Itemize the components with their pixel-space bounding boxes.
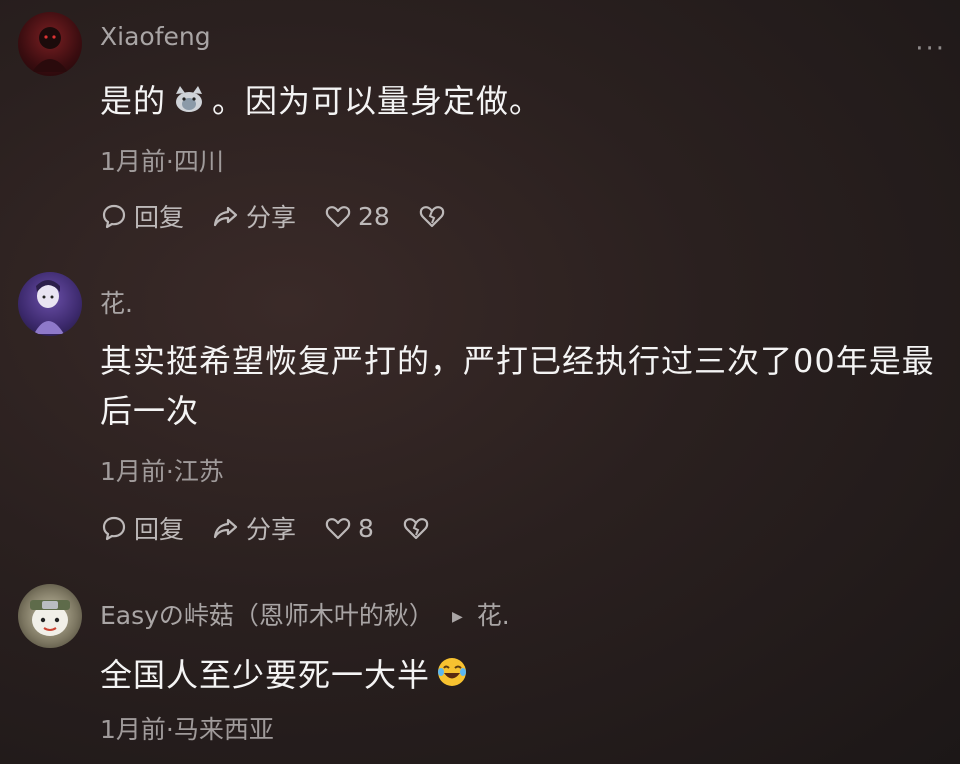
avatar[interactable] (18, 584, 82, 648)
more-options-button[interactable]: ··· (915, 34, 946, 64)
avatar-figure-icon (32, 27, 68, 72)
reply-label: 回复 (134, 515, 185, 544)
share-label: 分享 (246, 515, 297, 544)
share-button[interactable]: 分享 (212, 198, 296, 234)
share-arrow-icon (213, 518, 238, 539)
comment-text: 全国人至少要死一大半 (100, 650, 950, 702)
reply-bubble-icon (102, 516, 126, 541)
reply-button[interactable]: 回复 (100, 510, 184, 546)
share-label: 分享 (246, 203, 297, 232)
laughing-tears-emoji-icon (436, 652, 468, 702)
comment-actions: 回复 分享 28 (100, 198, 480, 234)
comment-text-part1: 是的 (100, 82, 167, 120)
like-button[interactable]: 28 (324, 202, 390, 231)
comment-text-part2: 。因为可以量身定做。 (212, 82, 543, 120)
comment-meta: 1月前·四川 (100, 147, 224, 176)
reply-label: 回复 (134, 203, 185, 232)
avatar-figure-icon (34, 280, 64, 334)
cat-emoji-icon (172, 78, 206, 128)
like-count: 28 (358, 201, 390, 231)
comment-actions: 回复 分享 8 (100, 510, 464, 546)
share-arrow-icon (213, 206, 238, 227)
heart-icon (325, 518, 351, 540)
comment-meta: 1月前·马来西亚 (100, 715, 274, 744)
dislike-button[interactable] (402, 514, 436, 542)
comment-meta: 1月前·江苏 (100, 457, 224, 486)
dislike-button[interactable] (418, 202, 452, 230)
reply-to-username[interactable]: 花. (477, 601, 510, 630)
avatar-ninja-icon (30, 600, 70, 636)
avatar[interactable] (18, 272, 82, 336)
avatar[interactable] (18, 12, 82, 76)
comment-text: 其实挺希望恢复严打的，严打已经执行过三次了00年是最后一次 (100, 342, 935, 430)
comment-text: 是的 。因为可以量身定做。 (100, 76, 950, 128)
share-button[interactable]: 分享 (212, 510, 296, 546)
broken-heart-icon (419, 206, 445, 228)
like-count: 8 (358, 513, 374, 543)
like-button[interactable]: 8 (324, 514, 374, 543)
username[interactable]: Xiaofeng (100, 22, 211, 51)
username[interactable]: 花. (100, 284, 133, 320)
comment-text-main: 全国人至少要死一大半 (100, 656, 431, 694)
username-row: Easyの峠菇（恩师木叶的秋） ▶ 花. (100, 596, 510, 632)
reply-to-arrow-icon: ▶ (451, 609, 463, 625)
reply-button[interactable]: 回复 (100, 198, 184, 234)
reply-bubble-icon (102, 204, 126, 229)
broken-heart-icon (403, 518, 429, 540)
heart-icon (325, 206, 351, 228)
username[interactable]: Easyの峠菇（恩师木叶的秋） (100, 601, 434, 630)
